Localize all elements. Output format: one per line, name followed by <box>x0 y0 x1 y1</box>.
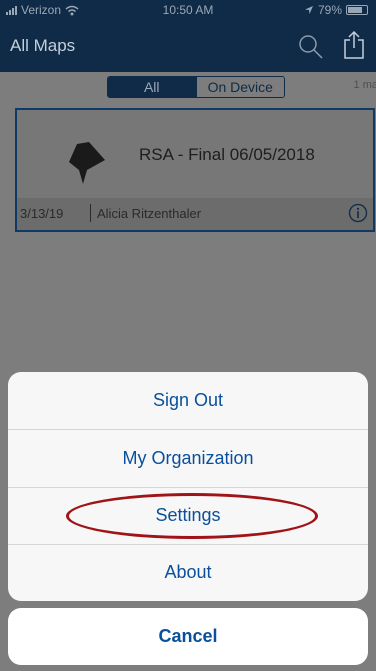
map-item-card[interactable]: RSA - Final 06/05/2018 3/13/19 Alicia Ri… <box>15 108 375 232</box>
battery-icon <box>346 5 368 15</box>
segment-all[interactable]: All <box>108 77 196 97</box>
map-thumbnail-icon <box>69 142 105 184</box>
status-right: 79% <box>304 3 368 17</box>
page-title: All Maps <box>10 36 76 55</box>
search-icon[interactable] <box>298 34 324 60</box>
filter-row: All On Device 1 ma <box>0 76 376 102</box>
divider <box>90 204 91 222</box>
nav-bar: All Maps <box>0 22 376 72</box>
location-arrow-icon <box>304 6 313 14</box>
my-organization-button[interactable]: My Organization <box>8 430 368 487</box>
info-icon[interactable] <box>348 203 368 223</box>
segment-on-device[interactable]: On Device <box>195 77 284 97</box>
sign-out-button[interactable]: Sign Out <box>8 372 368 429</box>
segmented-control: All On Device <box>107 76 285 98</box>
share-icon[interactable] <box>342 30 366 60</box>
status-bar: Verizon 10:50 AM 79% <box>0 0 376 22</box>
map-date: 3/13/19 <box>20 206 64 221</box>
action-sheet: Sign Out My Organization Settings About <box>8 372 368 601</box>
map-owner: Alicia Ritzenthaler <box>97 206 202 221</box>
map-footer: 3/13/19 Alicia Ritzenthaler <box>17 198 373 230</box>
map-title: RSA - Final 06/05/2018 <box>139 145 315 164</box>
settings-button[interactable]: Settings <box>8 487 368 544</box>
map-count: 1 ma <box>353 79 376 91</box>
about-button[interactable]: About <box>8 544 368 601</box>
cancel-button[interactable]: Cancel <box>8 608 368 665</box>
battery-percent: 79% <box>317 3 342 17</box>
